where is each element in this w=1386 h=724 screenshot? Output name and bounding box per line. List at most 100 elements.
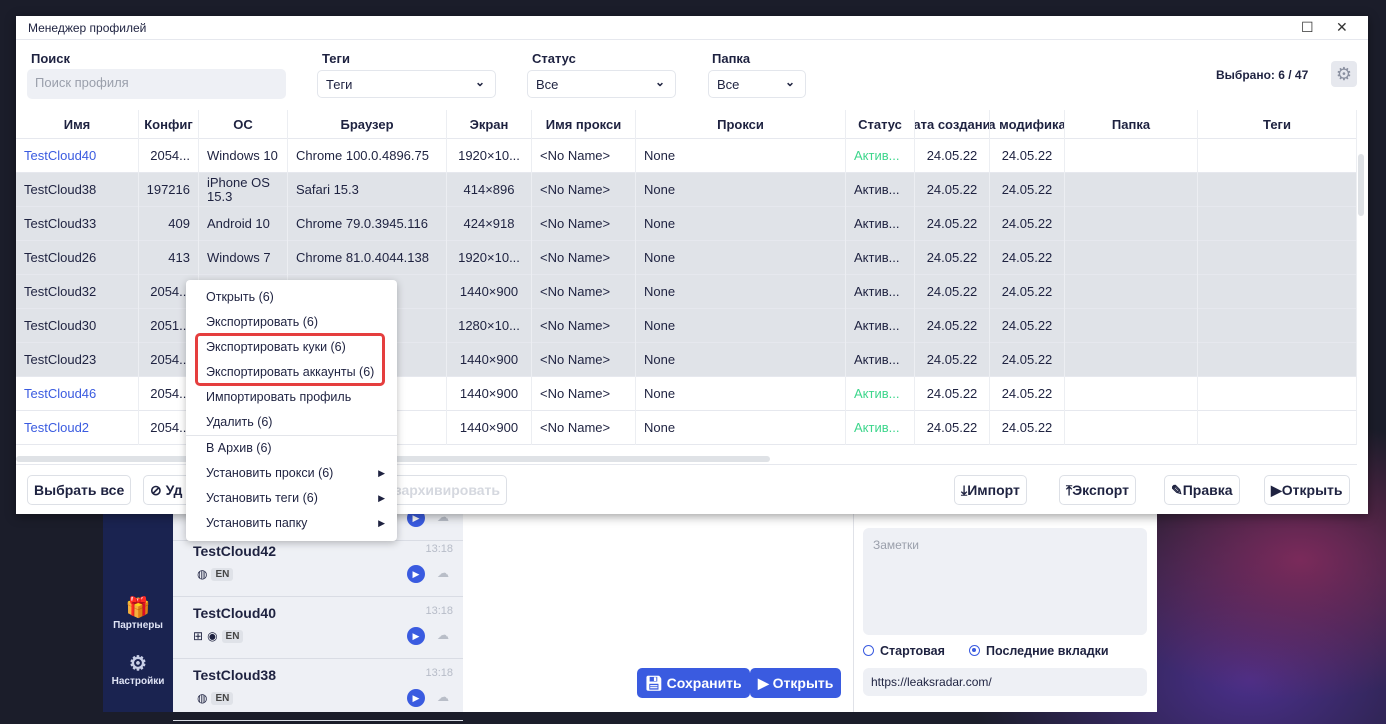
column-header[interactable]: Прокси [636, 110, 846, 139]
cloud-icon[interactable]: ☁ [437, 628, 449, 642]
vertical-scrollbar[interactable] [1358, 154, 1364, 216]
column-header[interactable]: ОС [199, 110, 288, 139]
submenu-arrow-icon: ▶ [378, 493, 385, 503]
menu-item[interactable]: Установить теги (6) ▶ [206, 486, 391, 511]
table-cell: 24.05.22 [915, 309, 990, 343]
table-row[interactable]: TestCloud38 197216 iPhone OS 15.3 Safari 15… [16, 173, 1357, 207]
select-all-button[interactable]: Выбрать все [27, 475, 132, 505]
column-header[interactable]: ата создани [915, 110, 990, 139]
table-cell: <No Name> [532, 309, 636, 343]
table-cell: Актив... [846, 173, 915, 207]
column-header[interactable]: Имя прокси [532, 110, 636, 139]
radio-checked-icon[interactable] [969, 645, 980, 656]
table-cell: TestCloud23 [16, 343, 139, 377]
table-cell [1065, 173, 1198, 207]
column-header[interactable]: Теги [1198, 110, 1357, 139]
play-icon[interactable]: ▶ [407, 565, 425, 583]
edit-button[interactable]: ✎Правка [1164, 475, 1240, 505]
table-cell [1065, 343, 1198, 377]
table-row[interactable]: TestCloud33 409 Android 10 Chrome 79.0.3945… [16, 207, 1357, 241]
safari-icon: ◍ [197, 691, 208, 705]
sidebar-label: Партнеры [113, 620, 163, 631]
save-button[interactable]: 💾︎ Сохранить [637, 668, 750, 698]
close-icon[interactable]: ✕ [1336, 19, 1348, 36]
table-cell: Актив... [846, 139, 915, 173]
table-cell: 24.05.22 [990, 411, 1065, 445]
url-input[interactable]: https://leaksradar.com/ [863, 668, 1147, 696]
list-item[interactable]: TestCloud40 13:18 ⊞ ◉ EN ▶ ☁ [173, 597, 463, 659]
column-header[interactable]: а модифика [990, 110, 1065, 139]
maximize-icon[interactable]: ☐ [1301, 19, 1314, 36]
column-header[interactable]: Папка [1065, 110, 1198, 139]
chevron-down-icon: ⌄ [654, 75, 665, 89]
cloud-icon[interactable]: ☁ [437, 690, 449, 704]
list-item[interactable]: TestCloud38 13:18 ◍ EN ▶ ☁ [173, 659, 463, 721]
export-button[interactable]: ⤒Экспорт [1059, 475, 1137, 505]
folder-select[interactable]: Все ⌄ [708, 70, 806, 98]
column-header[interactable]: Имя [16, 110, 139, 139]
table-cell: <No Name> [532, 241, 636, 275]
open-button[interactable]: ▶Открыть [1264, 475, 1350, 505]
play-icon[interactable]: ▶ [407, 689, 425, 707]
table-cell: <No Name> [532, 411, 636, 445]
submenu-arrow-icon: ▶ [378, 518, 385, 528]
menu-item-label: Удалить (6) [206, 415, 273, 429]
menu-item[interactable]: Установить папку ▶ [206, 511, 391, 536]
status-value: Все [536, 77, 559, 92]
table-row[interactable]: TestCloud26 413 Windows 7 Chrome 81.0.4044.… [16, 241, 1357, 275]
sidebar-item-settings[interactable]: ⚙ Настройки [103, 651, 173, 687]
table-cell: 1280×10... [447, 309, 532, 343]
lang-badge: EN [221, 629, 244, 643]
column-header[interactable]: Статус [846, 110, 915, 139]
table-cell: Актив... [846, 309, 915, 343]
cloud-icon[interactable]: ☁ [437, 566, 449, 580]
column-header[interactable]: Конфиг [139, 110, 199, 139]
tags-select[interactable]: Теги ⌄ [317, 70, 496, 98]
table-cell: 24.05.22 [915, 377, 990, 411]
sidebar-item-partners[interactable]: 🎁 Партнеры [103, 595, 173, 631]
menu-item[interactable]: В Архив (6) [206, 436, 391, 461]
column-header[interactable]: Экран [447, 110, 532, 139]
table-cell: TestCloud30 [16, 309, 139, 343]
table-cell: Актив... [846, 343, 915, 377]
menu-item[interactable]: Установить прокси (6) ▶ [206, 461, 391, 486]
table-cell: Windows 7 [199, 241, 288, 275]
settings-gear-icon[interactable]: ⚙ [1331, 61, 1357, 87]
btn-label: Открыть [1281, 482, 1343, 498]
safari-icon: ◍ [197, 567, 208, 581]
table-cell [1198, 343, 1357, 377]
table-cell: 24.05.22 [990, 377, 1065, 411]
table-cell: Актив... [846, 241, 915, 275]
table-cell [1065, 207, 1198, 241]
table-cell [1198, 139, 1357, 173]
selected-count: Выбрано: 6 / 47 [1216, 68, 1309, 82]
table-cell: <No Name> [532, 207, 636, 241]
table-row[interactable]: TestCloud40 2054... Windows 10 Chrome 100.0… [16, 139, 1357, 173]
list-item[interactable]: TestCloud42 13:18 ◍ EN ▶ ☁ [173, 535, 463, 597]
table-cell: 24.05.22 [915, 275, 990, 309]
search-input[interactable]: Поиск профиля [27, 69, 286, 99]
radio-start[interactable]: Стартовая [863, 644, 945, 658]
radio-icon[interactable] [863, 645, 874, 656]
table-cell: 413 [139, 241, 199, 275]
import-button[interactable]: ⤓Импорт [954, 475, 1027, 505]
sidebar-label: Настройки [111, 676, 165, 687]
table-cell [1065, 139, 1198, 173]
table-cell: 424×918 [447, 207, 532, 241]
btn-label: Правка [1182, 482, 1233, 498]
menu-item[interactable]: Удалить (6) [206, 410, 391, 435]
status-select[interactable]: Все ⌄ [527, 70, 676, 98]
menu-item[interactable]: Импортировать профиль [206, 385, 391, 410]
menu-item[interactable]: Открыть (6) [206, 285, 391, 310]
table-cell: 1440×900 [447, 377, 532, 411]
notes-textarea[interactable]: Заметки [863, 528, 1147, 635]
table-cell: Windows 10 [199, 139, 288, 173]
radio-label: Последние вкладки [986, 644, 1109, 658]
menu-item[interactable]: Экспортировать (6) [206, 310, 391, 335]
play-icon[interactable]: ▶ [407, 627, 425, 645]
open-button[interactable]: ▶ Открыть [750, 668, 842, 698]
column-header[interactable]: Браузер [288, 110, 447, 139]
radio-last-tabs[interactable]: Последние вкладки [969, 644, 1109, 658]
table-cell [1065, 309, 1198, 343]
table-cell: 1440×900 [447, 411, 532, 445]
